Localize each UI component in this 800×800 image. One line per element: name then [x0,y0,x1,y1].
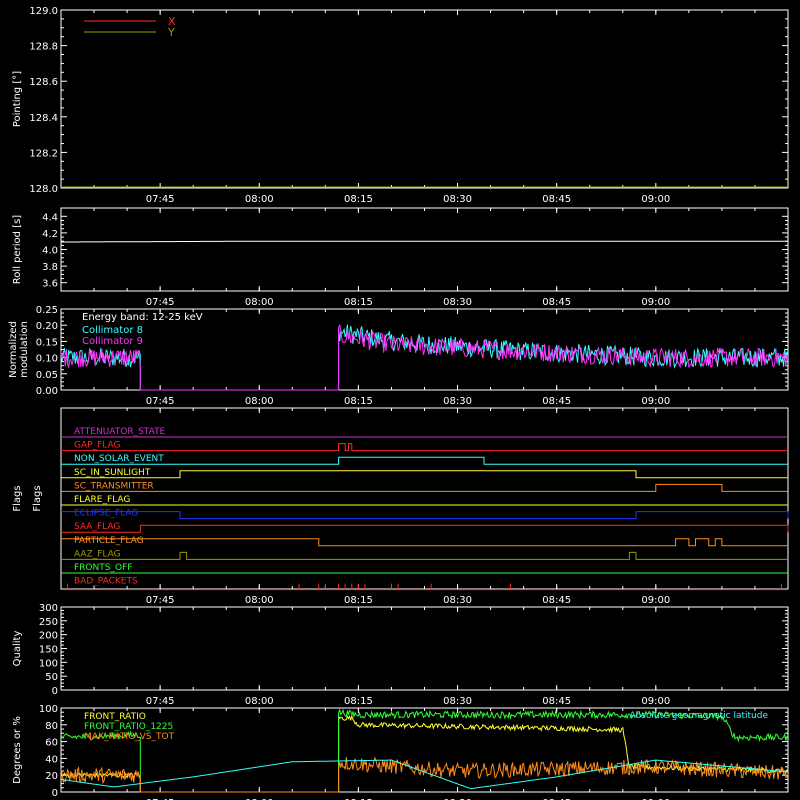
rhessi-quicklook-chart: 07:45 08:00 08:15 08:30 08:45 09:00 128.0 128.2… [0,0,800,800]
y-tick-label: 128.8 [29,42,58,53]
flag-label: PARTICLE_FLAG [74,536,144,546]
legend-label: Y [167,26,175,39]
x-tick-label: 08:30 [443,396,472,407]
x-tick-label: 08:00 [245,696,274,707]
flag-label: SC_IN_SUNLIGHT [74,468,151,478]
chart-background [0,0,800,800]
y-axis-label: Flags [12,485,23,511]
y-tick-label: 129.0 [29,6,58,17]
flag-label: NON_SOLAR_EVENT [74,454,164,464]
flag-label: ECLIPSE_FLAG [74,509,138,519]
y-tick-label: 3.6 [42,279,58,290]
y-tick-label: 0.00 [36,386,58,397]
y-tick-label: 0.20 [36,321,58,332]
y-tick-label: 128.0 [29,184,58,195]
x-tick-label: 08:15 [344,595,373,606]
y-axis-label: Normalizedmodulation [8,321,30,378]
x-tick-label: 08:00 [245,595,274,606]
y-tick-label: 60 [45,738,58,749]
x-tick-label: 07:45 [146,297,175,308]
x-tick-label: 07:45 [146,595,175,606]
y-axis-label: Flags [32,485,43,511]
x-tick-label: 08:45 [542,194,571,205]
x-tick-label: 08:45 [542,396,571,407]
y-tick-label: 200 [39,631,58,642]
legend-label: FRONT_RATIO_1225 [84,722,173,732]
x-tick-label: 08:00 [245,194,274,205]
y-tick-label: 0.05 [36,370,58,381]
x-tick-label: 08:15 [344,194,373,205]
annotation-geomagnetic-latitude: Absolute geomagnetic latitude [629,711,768,721]
x-tick-label: 07:45 [146,396,175,407]
legend-label: FRONT_RATIO [84,712,146,722]
y-tick-label: 100 [39,658,58,669]
flag-label: AAZ_FLAG [74,549,121,559]
flag-label: SAA_FLAG [74,522,120,532]
legend-label: Collimator 9 [82,336,143,347]
legend-label: Collimator 8 [82,325,143,336]
y-tick-label: 40 [45,754,58,765]
x-tick-label: 08:15 [344,297,373,308]
y-tick-label: 0.15 [36,337,58,348]
y-tick-label: 0 [52,788,58,799]
x-tick-label: 09:00 [641,297,670,308]
flag-label: FRONTS_OFF [74,563,132,573]
x-tick-label: 09:00 [641,595,670,606]
y-tick-label: 20 [45,771,58,782]
annotation-energy-band: Energy band: 12-25 keV [82,312,203,323]
y-tick-label: 0 [52,686,58,697]
y-tick-label: 80 [45,721,58,732]
y-tick-label: 250 [39,617,58,628]
x-tick-label: 09:00 [641,194,670,205]
x-tick-label: 09:00 [641,696,670,707]
y-tick-label: 100 [39,704,58,715]
legend-label: MAX_RATIO_VS_TOT [84,732,175,742]
x-tick-label: 08:45 [542,696,571,707]
x-tick-label: 08:30 [443,194,472,205]
y-tick-label: 128.4 [29,113,58,124]
x-tick-label: 08:45 [542,595,571,606]
flag-label: FLARE_FLAG [74,495,130,505]
x-tick-label: 08:30 [443,595,472,606]
y-tick-label: 0.10 [36,354,58,365]
x-tick-label: 08:00 [245,396,274,407]
x-tick-label: 08:00 [245,297,274,308]
flag-label: GAP_FLAG [74,441,120,451]
y-tick-label: 50 [45,672,58,683]
x-tick-label: 07:45 [146,696,175,707]
x-tick-label: 08:45 [542,297,571,308]
y-tick-label: 150 [39,645,58,656]
x-tick-label: 08:15 [344,396,373,407]
y-tick-label: 3.8 [42,262,58,273]
x-tick-label: 08:30 [443,297,472,308]
x-tick-label: 08:15 [344,696,373,707]
x-tick-label: 07:45 [146,194,175,205]
y-tick-label: 0.25 [36,305,58,316]
y-tick-label: 4.2 [42,229,58,240]
x-tick-label: 09:00 [641,396,670,407]
y-tick-label: 4.4 [42,212,58,223]
y-axis-label: Degrees or % [12,716,23,784]
flag-label: SC_TRANSMITTER [74,481,154,491]
y-tick-label: 128.6 [29,77,58,88]
y-tick-label: 4.0 [42,246,58,257]
flag-label: ATTENUATOR_STATE [74,427,166,437]
y-axis-label: Quality [12,631,23,667]
flag-label: BAD_PACKETS [74,577,138,587]
x-tick-label: 08:30 [443,696,472,707]
y-axis-label: Roll period [s] [12,215,23,284]
y-tick-label: 128.2 [29,148,58,159]
y-axis-label: Pointing [°] [12,71,23,127]
y-tick-label: 300 [39,603,58,614]
